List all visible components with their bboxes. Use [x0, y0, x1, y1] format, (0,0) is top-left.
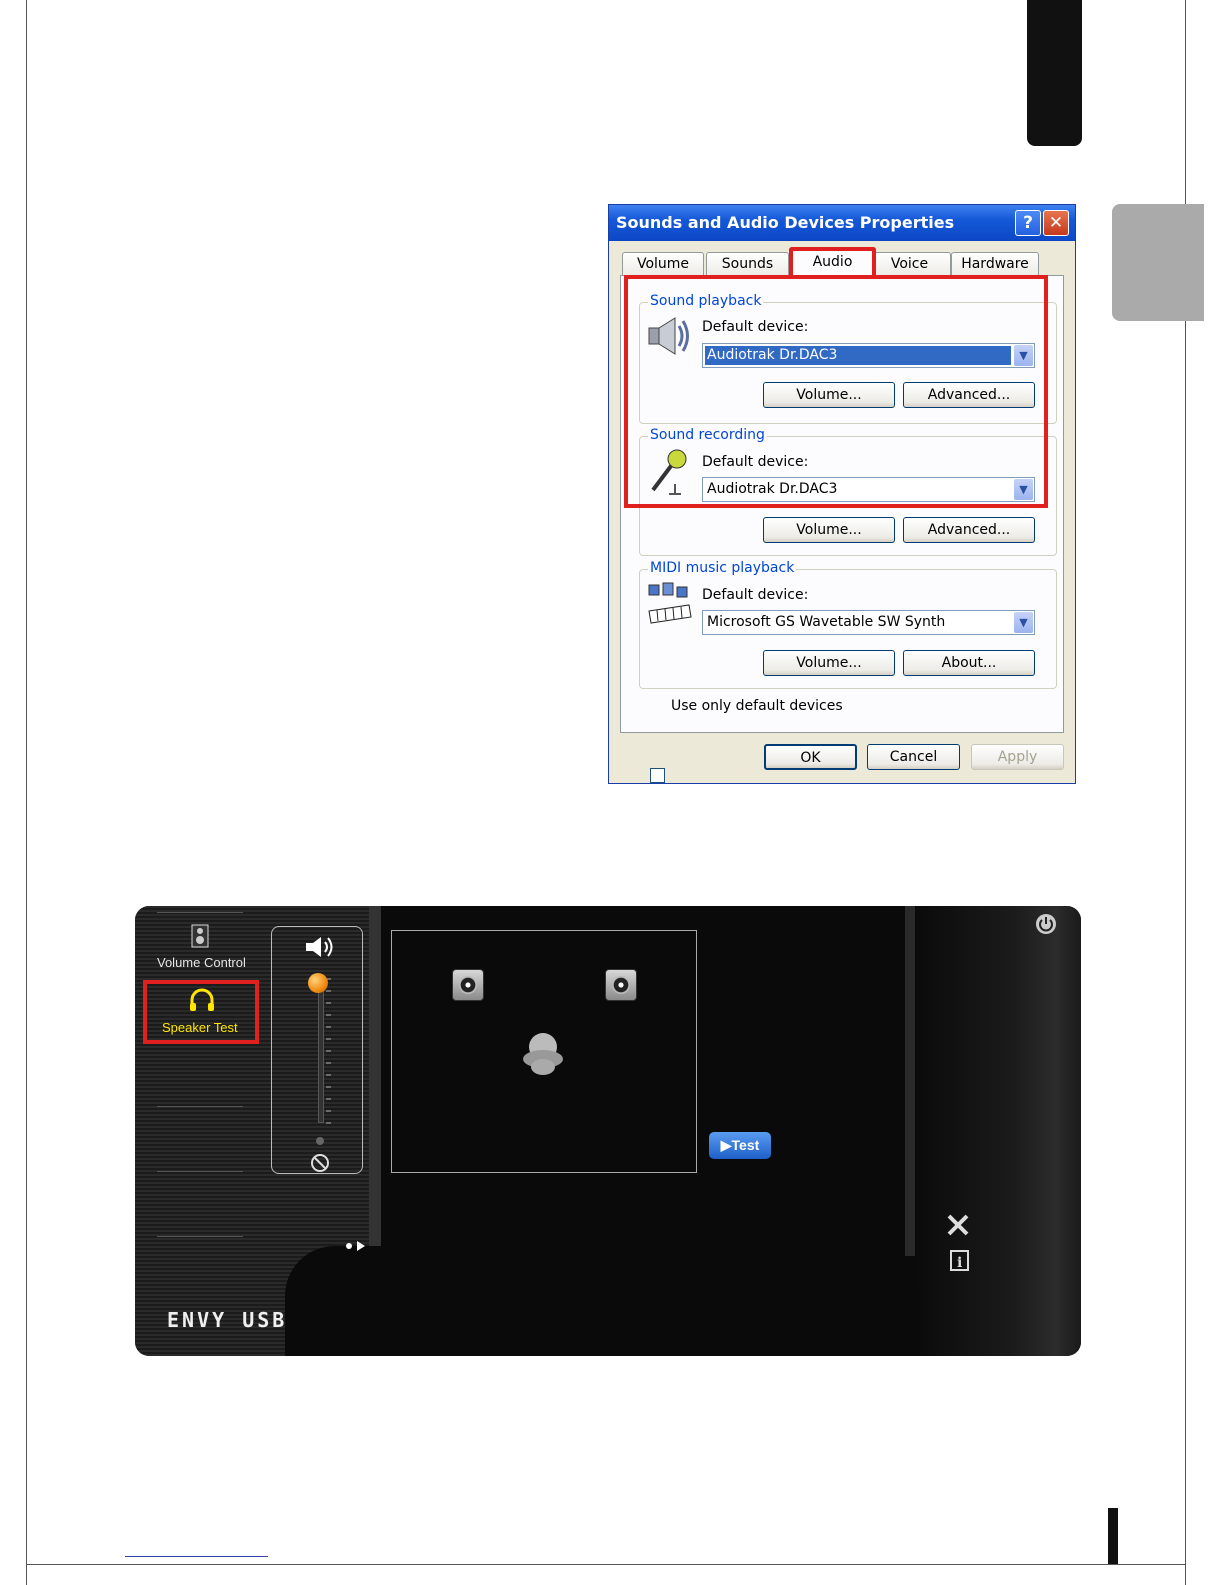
chevron-down-icon[interactable]: ▼ [1014, 479, 1033, 500]
chapter-tab-grey [1112, 204, 1204, 321]
playback-volume-button[interactable]: Volume... [763, 382, 895, 408]
tab-volume[interactable]: Volume [622, 252, 704, 276]
midi-device-label: Default device: [702, 587, 809, 603]
midi-playback-title: MIDI music playback [648, 560, 797, 576]
nav-item-volume-control[interactable]: Volume Control [147, 922, 253, 972]
dialog-titlebar: Sounds and Audio Devices Properties ? ✕ [609, 205, 1075, 241]
nav-divider [157, 1236, 243, 1237]
page-margin-line-left [26, 0, 27, 1585]
test-button-label: Test [731, 1137, 760, 1153]
midi-volume-button[interactable]: Volume... [763, 650, 895, 676]
sound-playback-title: Sound playback [648, 293, 764, 309]
apply-button[interactable]: Apply [971, 744, 1064, 770]
chevron-down-icon[interactable]: ▼ [1014, 345, 1033, 366]
chapter-tab-black [1027, 0, 1082, 146]
volume-track[interactable] [318, 977, 324, 1123]
listener-icon [523, 1033, 563, 1075]
help-button[interactable]: ? [1015, 210, 1041, 236]
test-button[interactable]: ▶Test [709, 1132, 771, 1159]
recording-device-value: Audiotrak Dr.DAC3 [707, 481, 838, 497]
right-speaker-icon[interactable] [605, 969, 637, 1001]
speaker-icon [191, 924, 209, 948]
power-icon[interactable] [1034, 912, 1058, 936]
midi-about-button[interactable]: About... [903, 650, 1035, 676]
recording-advanced-button[interactable]: Advanced... [903, 517, 1035, 543]
right-rail-edge [905, 906, 915, 1256]
midi-device-select[interactable]: Microsoft GS Wavetable SW Synth ▼ [702, 610, 1035, 635]
sound-recording-title: Sound recording [648, 427, 767, 443]
nav-divider [157, 1171, 243, 1172]
playback-device-value: Audiotrak Dr.DAC3 [705, 346, 1011, 365]
cancel-button[interactable]: Cancel [867, 744, 960, 770]
info-icon[interactable]: i [950, 1250, 970, 1272]
use-default-devices-checkbox[interactable] [650, 768, 665, 783]
microphone-icon [651, 449, 687, 495]
dialog-title: Sounds and Audio Devices Properties [616, 213, 955, 232]
recording-volume-button[interactable]: Volume... [763, 517, 895, 543]
recording-device-label: Default device: [702, 454, 809, 470]
volume-slider-panel [271, 926, 363, 1174]
speaker-test-area [391, 930, 697, 1173]
audio-tab-panel: Sound playback Default device: Audiotrak… [620, 275, 1064, 783]
envy-usb-logo: ENVY USB [167, 1308, 288, 1332]
balance-dot [316, 1137, 324, 1145]
nav-divider [157, 1106, 243, 1107]
envy-usb-control-panel: Volume Control Speaker Test ▶Test i ENVY… [135, 906, 1081, 1356]
chevron-down-icon[interactable]: ▼ [1014, 612, 1033, 633]
play-icon: ▶ [720, 1137, 732, 1153]
page-bottom-rule [26, 1564, 1186, 1565]
playback-device-label: Default device: [702, 319, 809, 335]
nav-label-volume-control: Volume Control [157, 955, 246, 970]
speaker-icon [648, 317, 689, 355]
use-default-devices-label: Use only default devices [671, 698, 843, 714]
playback-advanced-button[interactable]: Advanced... [903, 382, 1035, 408]
recording-device-select[interactable]: Audiotrak Dr.DAC3 ▼ [702, 477, 1035, 502]
expand-arrow-icon[interactable] [345, 1240, 369, 1252]
tab-voice[interactable]: Voice [868, 252, 951, 276]
mute-icon[interactable] [310, 1153, 330, 1173]
midi-device-value: Microsoft GS Wavetable SW Synth [707, 614, 946, 630]
settings-tools-icon[interactable] [946, 1213, 970, 1237]
close-button[interactable]: ✕ [1043, 210, 1069, 236]
midi-keyboard-icon [648, 582, 692, 624]
tab-sounds[interactable]: Sounds [706, 252, 789, 276]
ok-button[interactable]: OK [764, 744, 857, 770]
right-notch [829, 1256, 919, 1356]
tab-audio[interactable]: Audio [789, 247, 876, 279]
left-speaker-icon[interactable] [452, 969, 484, 1001]
tab-hardware[interactable]: Hardware [951, 252, 1039, 276]
sounds-audio-properties-dialog: Sounds and Audio Devices Properties ? ✕ … [608, 204, 1076, 784]
sidebar-edge [369, 906, 381, 1246]
sidebar-notch [285, 1246, 385, 1356]
volume-icon [306, 937, 333, 957]
page-marker-bar [1108, 1508, 1118, 1564]
playback-device-select[interactable]: Audiotrak Dr.DAC3 ▼ [702, 343, 1035, 368]
nav-divider [157, 912, 243, 913]
volume-ticks [326, 978, 331, 1124]
footer-underline [125, 1556, 268, 1557]
highlight-box-speaker-test [143, 980, 259, 1044]
right-rail [913, 906, 1081, 1356]
svg-text:i: i [957, 1255, 962, 1271]
volume-slider-knob[interactable] [308, 973, 328, 993]
